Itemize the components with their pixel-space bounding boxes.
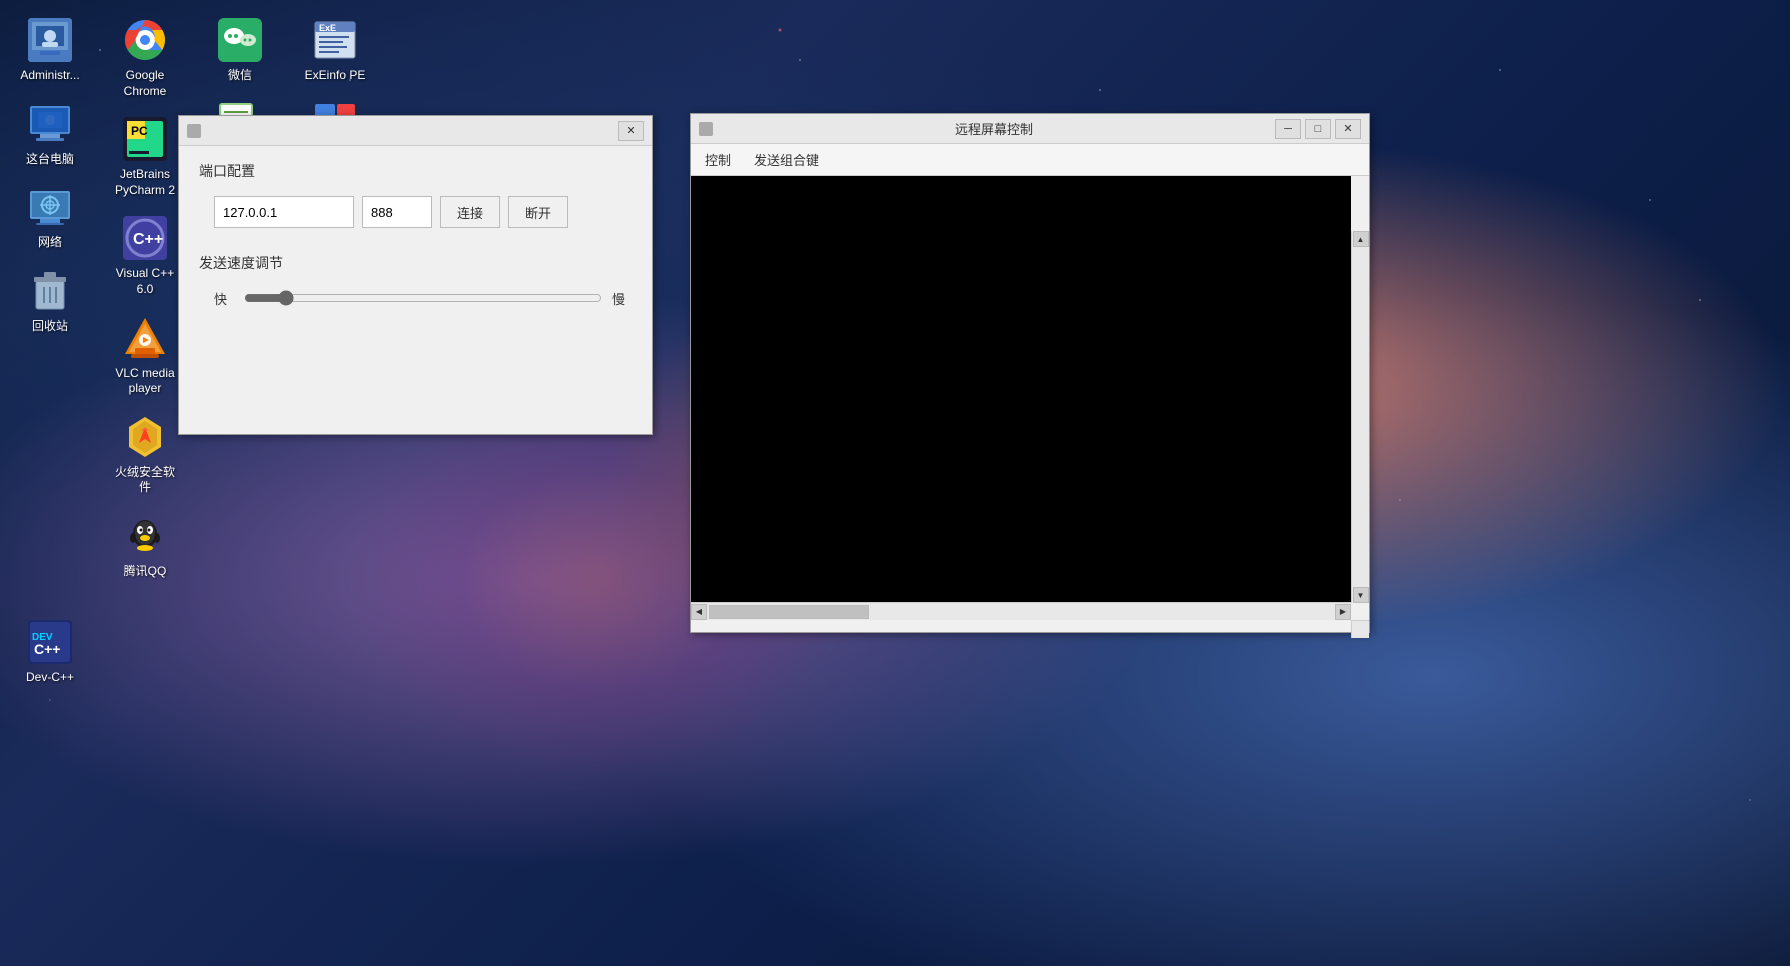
config-window: ✕ 端口配置 连接 断开 发送速度调节 快 慢: [178, 115, 653, 435]
port-config-row: 连接 断开: [199, 196, 632, 228]
port-input[interactable]: [362, 196, 432, 228]
remote-minimize-button[interactable]: ─: [1275, 119, 1301, 139]
remote-menubar: 控制 发送组合键: [691, 144, 1369, 176]
devcpp-label: Dev-C++: [26, 670, 74, 686]
svg-text:ExE: ExE: [319, 23, 336, 33]
huorong-label: 火绒安全软件: [110, 465, 180, 496]
scroll-track-vertical: [1352, 247, 1369, 587]
speed-section: 发送速度调节 快 慢: [199, 253, 632, 308]
speed-slider[interactable]: [244, 288, 602, 308]
remote-screen[interactable]: [691, 176, 1351, 620]
remote-window-title: 远程屏幕控制: [713, 119, 1275, 138]
desktop-icon-recycle-bin[interactable]: 回收站: [5, 259, 95, 343]
config-window-controls: ✕: [618, 121, 644, 141]
speed-title: 发送速度调节: [199, 253, 632, 273]
huorong-icon: [121, 413, 169, 461]
remote-scrollbar-vertical: ▲ ▼: [1351, 231, 1369, 603]
visual-cpp-icon: C++: [121, 214, 169, 262]
recycle-bin-icon: [26, 267, 74, 315]
port-config-title: 端口配置: [199, 161, 632, 181]
chrome-label: GoogleChrome: [124, 68, 167, 99]
qq-label: 腾讯QQ: [124, 564, 167, 580]
remote-titlebar: 远程屏幕控制 ─ □ ✕: [691, 114, 1369, 144]
visual-cpp-label: Visual C++6.0: [116, 266, 174, 297]
desktop-icons-col2: GoogleChrome PC JetBrainsPyCharm 2 C++ V…: [95, 0, 190, 588]
chrome-icon: [121, 16, 169, 64]
administrator-label: Administr...: [20, 68, 79, 84]
qq-icon: [121, 512, 169, 560]
devcpp-icon: DEV C++: [26, 618, 74, 666]
menu-hotkey[interactable]: 发送组合键: [750, 148, 823, 171]
desktop-icon-qq[interactable]: 腾讯QQ: [100, 504, 190, 588]
desktop-icon-this-computer[interactable]: 这台电脑: [5, 92, 95, 176]
administrator-icon: [26, 16, 74, 64]
disconnect-button[interactable]: 断开: [508, 196, 568, 228]
exinfo-icon: ExE: [311, 16, 359, 64]
remote-title-icon: [699, 122, 713, 136]
remote-screen-area: ▲ ▼ ◀ ▶: [691, 176, 1369, 638]
desktop-icon-chrome[interactable]: GoogleChrome: [100, 8, 190, 107]
svg-text:C++: C++: [34, 641, 60, 657]
desktop-icon-network[interactable]: 网络: [5, 175, 95, 259]
svg-text:C++: C++: [133, 231, 163, 248]
pycharm-icon: PC: [121, 115, 169, 163]
config-content: 端口配置 连接 断开 发送速度调节 快 慢: [179, 146, 652, 323]
config-titlebar: ✕: [179, 116, 652, 146]
scroll-up-button[interactable]: ▲: [1353, 231, 1369, 247]
desktop-icon-administrator[interactable]: Administr...: [5, 8, 95, 92]
remote-maximize-button[interactable]: □: [1305, 119, 1331, 139]
remote-title-icon-area: [699, 122, 713, 136]
scroll-down-button[interactable]: ▼: [1353, 587, 1369, 603]
desktop-icon-vlc[interactable]: VLC mediaplayer: [100, 306, 190, 405]
desktop-icon-wechat[interactable]: 微信: [195, 8, 285, 92]
config-title-left: [187, 124, 201, 138]
vlc-label: VLC mediaplayer: [115, 366, 174, 397]
desktop-icons-col1: Administr... 这台电脑: [0, 0, 95, 342]
config-title-icon: [187, 124, 201, 138]
scroll-left-button[interactable]: ◀: [691, 604, 707, 620]
speed-row: 快 慢: [199, 288, 632, 308]
exinfo-label: ExEinfo PE: [305, 68, 366, 84]
wechat-icon: [216, 16, 264, 64]
remote-scrollbar-horizontal: ◀ ▶: [691, 602, 1351, 620]
this-computer-icon: [26, 100, 74, 148]
remote-window-controls: ─ □ ✕: [1275, 119, 1361, 139]
remote-close-button[interactable]: ✕: [1335, 119, 1361, 139]
network-icon: [26, 183, 74, 231]
connect-button[interactable]: 连接: [440, 196, 500, 228]
speed-slow-label: 慢: [612, 289, 632, 308]
scrollbar-corner: [1351, 620, 1369, 638]
desktop-icon-pycharm[interactable]: PC JetBrainsPyCharm 2: [100, 107, 190, 206]
scroll-right-button[interactable]: ▶: [1335, 604, 1351, 620]
desktop-icon-huorong[interactable]: 火绒安全软件: [100, 405, 190, 504]
desktop-icon-devcpp[interactable]: DEV C++ Dev-C++: [5, 610, 95, 694]
svg-text:PC: PC: [131, 124, 148, 138]
network-label: 网络: [38, 235, 62, 251]
desktop-icon-exinfo[interactable]: ExE ExEinfo PE: [290, 8, 380, 92]
remote-control-window: 远程屏幕控制 ─ □ ✕ 控制 发送组合键 ▲ ▼ ◀ ▶: [690, 113, 1370, 633]
config-close-button[interactable]: ✕: [618, 121, 644, 141]
scroll-track-horizontal: [871, 603, 1335, 620]
pycharm-label: JetBrainsPyCharm 2: [115, 167, 175, 198]
recycle-bin-label: 回收站: [32, 319, 68, 335]
speed-fast-label: 快: [214, 289, 234, 308]
desktop-icon-visual-cpp[interactable]: C++ Visual C++6.0: [100, 206, 190, 305]
scroll-thumb-horizontal[interactable]: [709, 605, 869, 619]
vlc-icon: [121, 314, 169, 362]
this-computer-label: 这台电脑: [26, 152, 74, 168]
menu-control[interactable]: 控制: [701, 148, 735, 171]
wechat-label: 微信: [228, 68, 252, 84]
ip-input[interactable]: [214, 196, 354, 228]
